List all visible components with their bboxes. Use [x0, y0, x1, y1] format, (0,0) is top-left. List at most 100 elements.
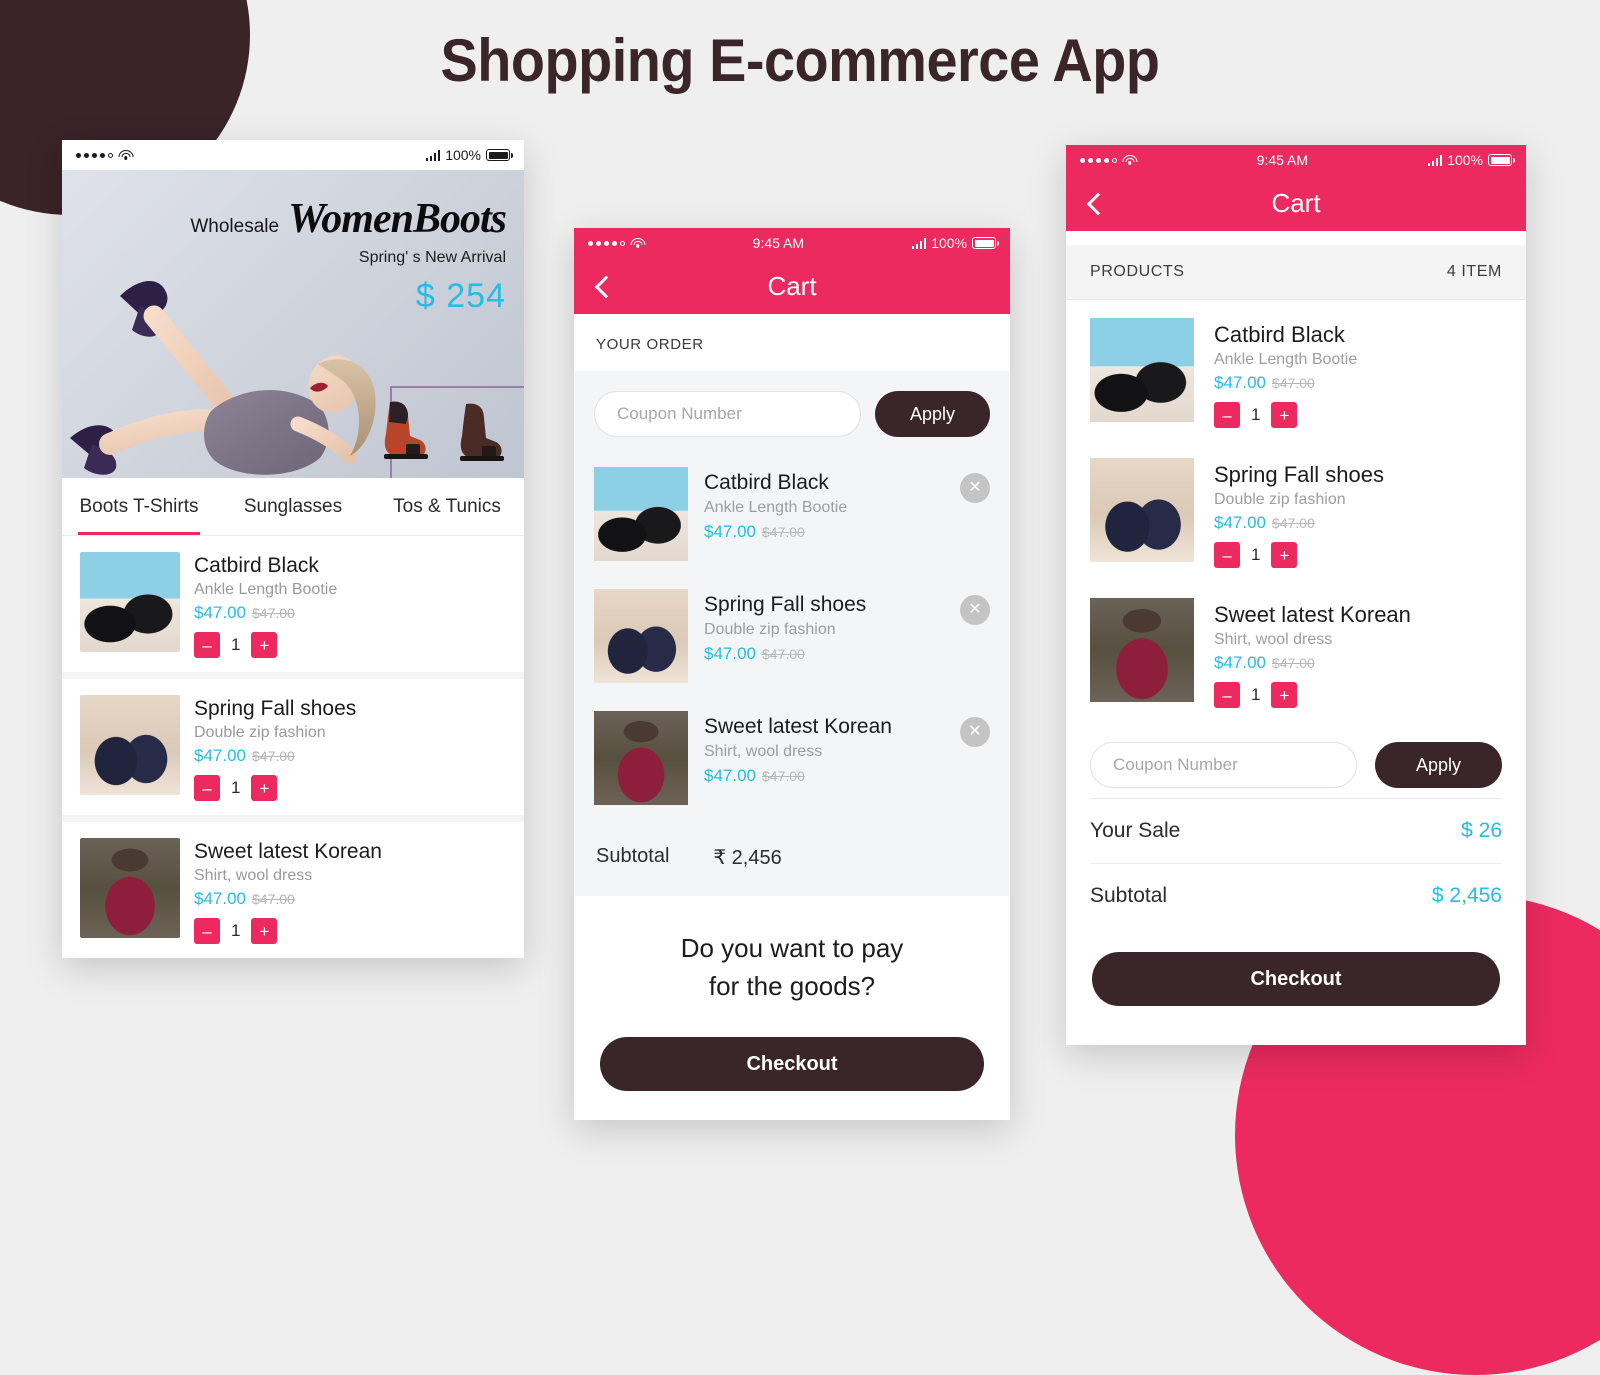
product-title: Sweet latest Korean	[1214, 602, 1411, 627]
cart-item-title: Sweet latest Korean	[704, 715, 892, 738]
quantity-decrease-button[interactable]: –	[194, 775, 220, 801]
quantity-increase-button[interactable]: +	[1271, 402, 1298, 428]
hero-text-block: Wholesale WomenBoots Spring' s New Arriv…	[190, 198, 507, 316]
quantity-stepper: – 1 +	[1214, 542, 1384, 568]
phone-cart-products-screen: 9:45 AM 100% Cart PRODUCTS 4 ITEM Catbir…	[1066, 145, 1526, 1045]
signal-dots-icon	[1080, 157, 1117, 163]
product-description: Ankle Length Bootie	[194, 581, 338, 598]
quantity-decrease-button[interactable]: –	[194, 918, 220, 944]
cart-product-row[interactable]: Sweet latest Korean Shirt, wool dress $4…	[1066, 580, 1526, 720]
quantity-decrease-button[interactable]: –	[1214, 682, 1240, 708]
product-price: $47.00	[1214, 373, 1266, 392]
product-old-price: $47.00	[1272, 515, 1315, 531]
cart-item-price: $47.00	[704, 644, 756, 663]
tab-sunglasses[interactable]: Sunglasses	[216, 478, 370, 535]
product-description: Shirt, wool dress	[194, 867, 313, 884]
quantity-value: 1	[1251, 545, 1261, 564]
quantity-increase-button[interactable]: +	[251, 918, 278, 944]
signal-dots-icon	[588, 240, 625, 246]
close-icon[interactable]: ✕	[960, 473, 990, 503]
totals-section: Your Sale $ 26 Subtotal $ 2,456	[1066, 798, 1526, 928]
product-list: Catbird Black Ankle Length Bootie $47.00…	[62, 536, 524, 958]
tab-label: Tos & Tunics	[393, 495, 501, 517]
cart-item-thumbnail	[594, 711, 688, 805]
product-list-item[interactable]: Spring Fall shoes Double zip fashion $47…	[62, 679, 524, 815]
product-list-item[interactable]: Sweet latest Korean Shirt, wool dress $4…	[62, 822, 524, 958]
cart-app-header: 9:45 AM 100% Cart	[574, 228, 1010, 314]
product-thumbnail	[80, 695, 180, 795]
cart-item: Catbird Black Ankle Length Bootie $47.00…	[574, 457, 1010, 579]
hero-subtitle: Spring' s New Arrival	[358, 249, 506, 266]
product-list-item[interactable]: Catbird Black Ankle Length Bootie $47.00…	[62, 536, 524, 672]
header-title: Cart	[767, 270, 817, 301]
coupon-row: Apply	[1066, 720, 1526, 798]
quantity-increase-button[interactable]: +	[251, 632, 278, 658]
wifi-icon	[630, 237, 645, 249]
quantity-increase-button[interactable]: +	[1271, 682, 1298, 708]
battery-percent: 100%	[1447, 152, 1483, 168]
cart-item-title: Spring Fall shoes	[704, 593, 867, 616]
payment-prompt-block: Do you want to pay for the goods? Checko…	[574, 896, 1010, 1092]
product-price: $47.00	[194, 889, 246, 908]
pay-question-line1: Do you want to pay	[680, 933, 904, 963]
product-thumbnail	[1090, 318, 1194, 422]
quantity-value: 1	[231, 635, 241, 654]
apply-coupon-button[interactable]: Apply	[1375, 742, 1502, 788]
quantity-decrease-button[interactable]: –	[1214, 542, 1240, 568]
your-order-label: YOUR ORDER	[574, 314, 1010, 371]
wifi-icon	[118, 149, 133, 161]
status-bar: 100%	[62, 140, 524, 170]
hero-banner: Wholesale WomenBoots Spring' s New Arriv…	[62, 170, 524, 478]
product-title: Sweet latest Korean	[194, 840, 382, 863]
hero-boot-red-icon	[384, 401, 428, 459]
subtotal-value: ₹ 2,456	[713, 847, 782, 869]
quantity-stepper: – 1 +	[194, 775, 356, 801]
signal-bars-icon	[425, 149, 441, 161]
checkout-button[interactable]: Checkout	[600, 1037, 984, 1092]
item-count: 4 ITEM	[1446, 263, 1502, 280]
signal-bars-icon	[1427, 154, 1443, 166]
product-thumbnail	[80, 552, 180, 652]
product-thumbnail	[1090, 458, 1194, 562]
tab-boots-tshirts[interactable]: Boots T-Shirts	[62, 478, 216, 535]
tab-label: Boots T-Shirts	[79, 495, 199, 517]
quantity-stepper: – 1 +	[1214, 402, 1357, 428]
coupon-input[interactable]	[1090, 742, 1357, 788]
battery-icon	[972, 237, 999, 249]
cart-item-price: $47.00	[704, 766, 756, 785]
signal-dots-icon	[76, 152, 113, 158]
cart-item-thumbnail	[594, 589, 688, 683]
apply-coupon-button[interactable]: Apply	[875, 391, 990, 437]
cart-item-old-price: $47.00	[762, 646, 805, 662]
checkout-button[interactable]: Checkout	[1092, 952, 1500, 1006]
quantity-increase-button[interactable]: +	[251, 775, 278, 801]
close-icon[interactable]: ✕	[960, 595, 990, 625]
product-old-price: $47.00	[1272, 655, 1315, 671]
wifi-icon	[1122, 154, 1137, 166]
cart-item-description: Ankle Length Bootie	[704, 499, 848, 516]
quantity-increase-button[interactable]: +	[1271, 542, 1298, 568]
total-row-your-sale: Your Sale $ 26	[1090, 798, 1502, 863]
product-old-price: $47.00	[252, 605, 295, 621]
header-title: Cart	[1271, 187, 1321, 218]
product-price: $47.00	[194, 746, 246, 765]
cart-item-description: Shirt, wool dress	[704, 743, 823, 760]
quantity-decrease-button[interactable]: –	[1214, 402, 1240, 428]
cart-product-row[interactable]: Spring Fall shoes Double zip fashion $47…	[1066, 440, 1526, 580]
tab-tos-tunics[interactable]: Tos & Tunics	[370, 478, 524, 535]
total-label: Subtotal	[1090, 884, 1168, 907]
coupon-input[interactable]	[594, 391, 861, 437]
battery-icon	[1488, 154, 1515, 166]
product-old-price: $47.00	[252, 748, 295, 764]
cart-app-header: 9:45 AM 100% Cart	[1066, 145, 1526, 231]
quantity-decrease-button[interactable]: –	[194, 632, 220, 658]
hero-boot-pair	[376, 398, 506, 464]
status-bar: 9:45 AM 100%	[1066, 145, 1526, 175]
quantity-value: 1	[231, 778, 241, 797]
battery-percent: 100%	[445, 147, 481, 163]
cart-item-old-price: $47.00	[762, 768, 805, 784]
phone-home-screen: 100% Wholesale WomenBoots Spring' s New …	[62, 140, 524, 958]
cart-product-row[interactable]: Catbird Black Ankle Length Bootie $47.00…	[1066, 300, 1526, 440]
battery-percent: 100%	[931, 235, 967, 251]
close-icon[interactable]: ✕	[960, 717, 990, 747]
